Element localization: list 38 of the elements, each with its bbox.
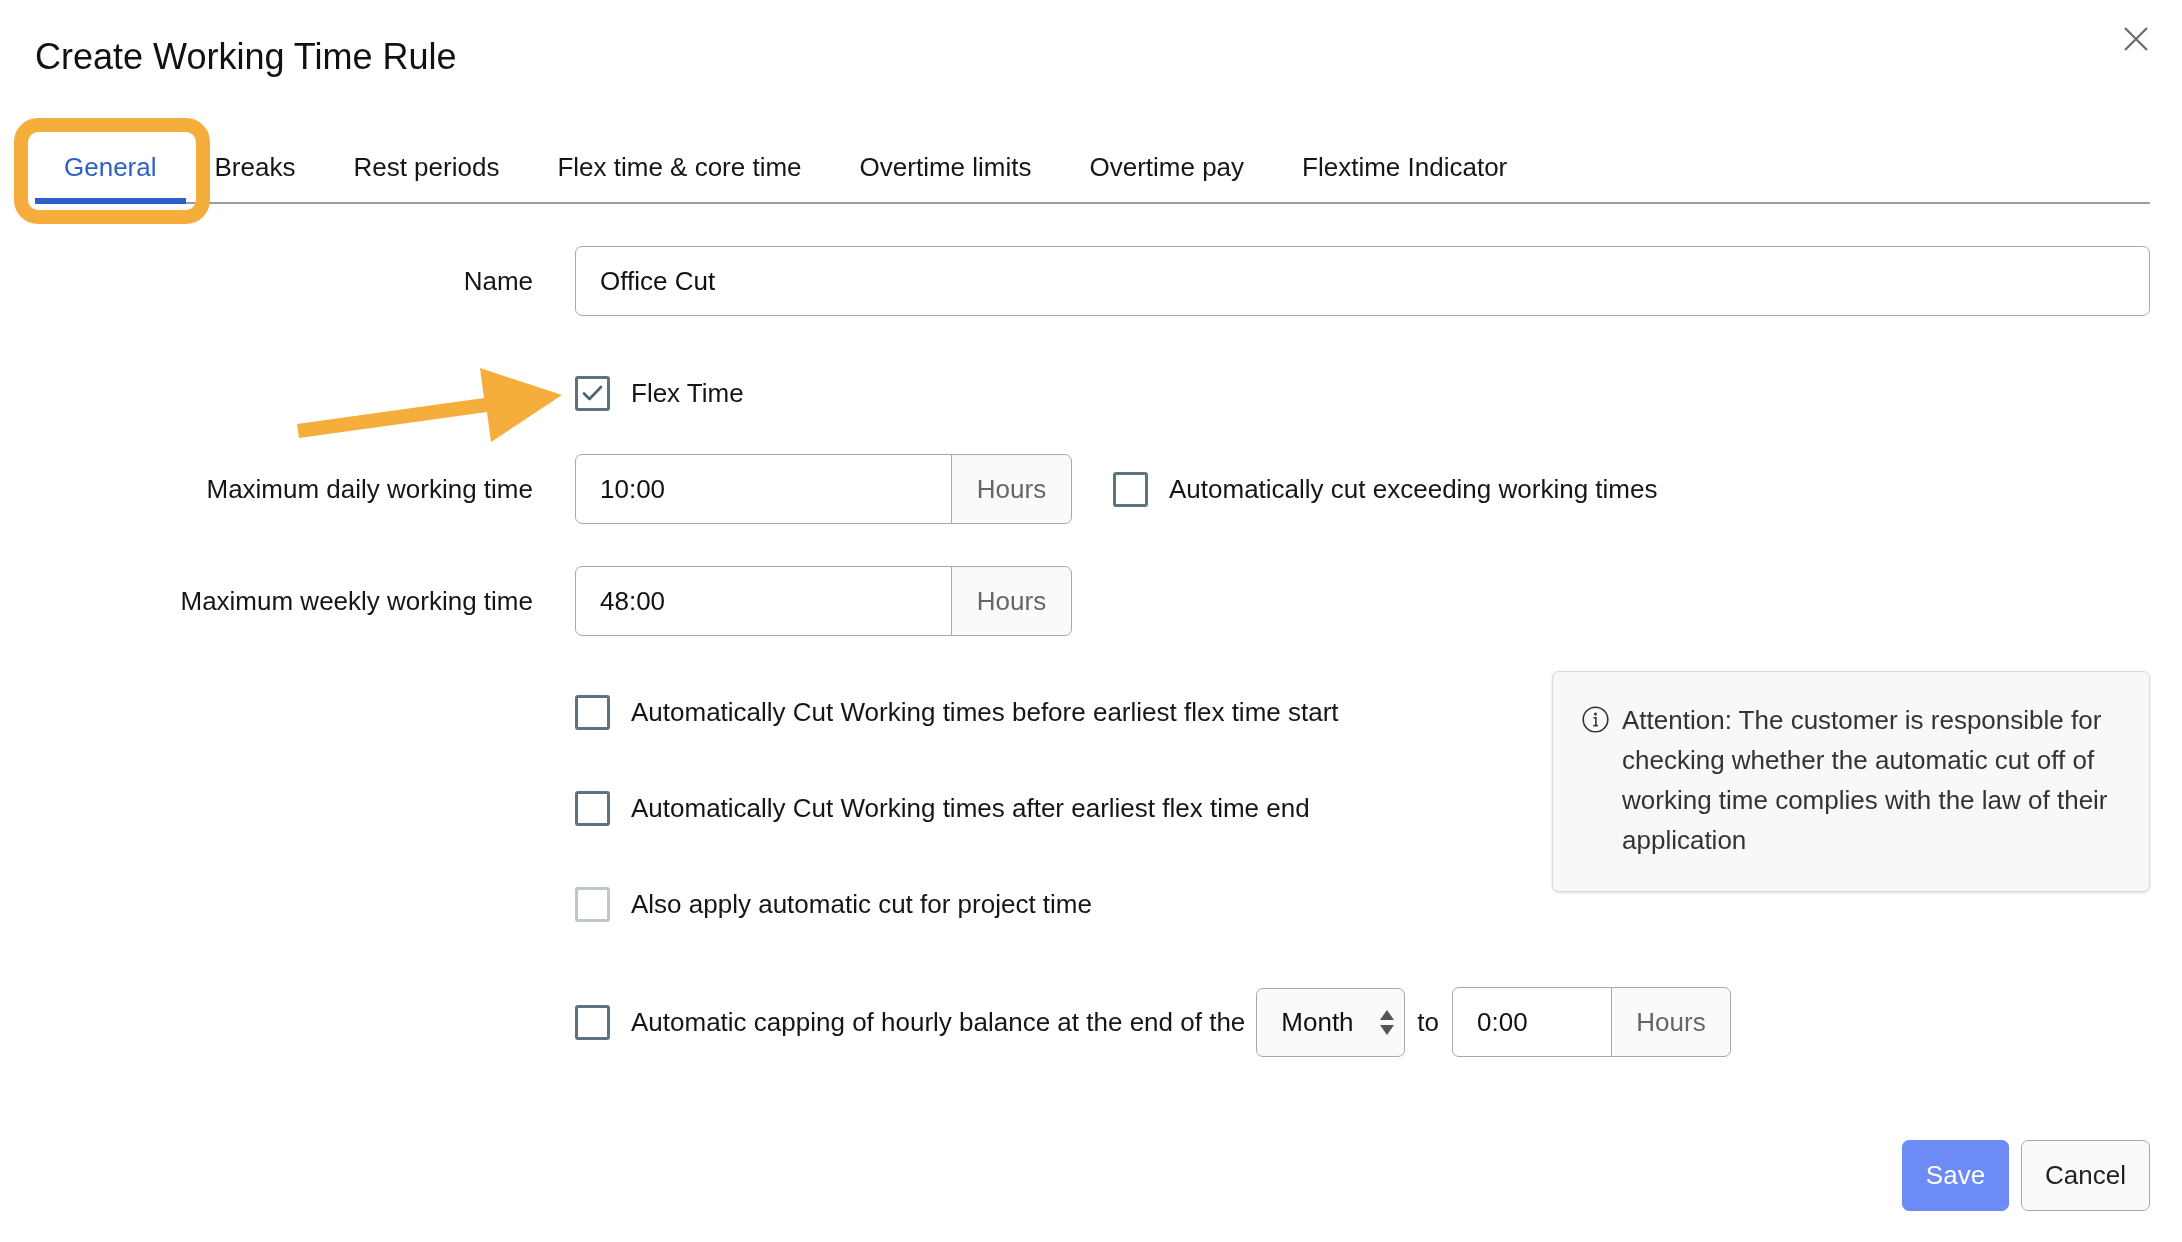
input-field[interactable]: 48:00 (575, 566, 952, 636)
checkbox-label: Automatically cut exceeding working times (1169, 474, 1658, 504)
notice-text: Attention: The customer is responsible for checking whether the automatic cut off of working time complies with the law of their application (1622, 704, 2109, 857)
connector-text: to (1417, 1005, 1439, 1039)
checkmark-icon (582, 385, 603, 401)
unit-label: Hours (951, 566, 1072, 636)
checkbox-label: Automatic capping of hourly balance at the end of the (631, 1007, 1246, 1037)
checkbox-label: Automatically Cut Working times after earliest flex time end (631, 793, 1310, 823)
tab[interactable]: Breaks (185, 130, 325, 204)
close-icon (2124, 27, 2148, 51)
period-select[interactable]: Month (1256, 987, 1406, 1057)
tab[interactable]: Overtime limits (830, 130, 1061, 204)
field-label: Maximum weekly working time (180, 586, 533, 616)
checkbox[interactable] (575, 1004, 610, 1040)
checkbox[interactable] (575, 375, 610, 411)
checkbox-label: Automatically Cut Working times before earliest flex time start (631, 697, 1339, 727)
checkbox[interactable] (575, 790, 610, 826)
tab[interactable]: Rest periods (324, 130, 529, 204)
field-label: Name (463, 266, 533, 296)
dialog-title: Create Working Time Rule (35, 36, 457, 78)
info-icon (1582, 706, 1609, 733)
close-button[interactable] (2124, 27, 2148, 51)
checkbox-label: Also apply automatic cut for project time (631, 889, 1092, 919)
input-field[interactable]: 10:00 (575, 454, 952, 524)
unit-label: Hours (951, 454, 1072, 524)
sort-arrows-icon (1380, 1009, 1395, 1035)
input-field[interactable]: Office Cut (575, 246, 2150, 316)
checkbox[interactable] (1113, 471, 1148, 507)
checkbox[interactable] (575, 694, 610, 730)
tab[interactable]: General (35, 130, 186, 204)
input-field[interactable]: 0:00 (1452, 987, 1612, 1057)
field-label: Maximum daily working time (206, 474, 533, 504)
unit-label: Hours (1611, 987, 1731, 1057)
checkbox-label: Flex Time (631, 378, 744, 408)
tab[interactable]: Flextime Indicator (1273, 130, 1537, 204)
tab[interactable]: Flex time & core time (528, 130, 831, 204)
tab[interactable]: Overtime pay (1060, 130, 1274, 204)
cancel-button[interactable]: Cancel (2021, 1140, 2150, 1211)
